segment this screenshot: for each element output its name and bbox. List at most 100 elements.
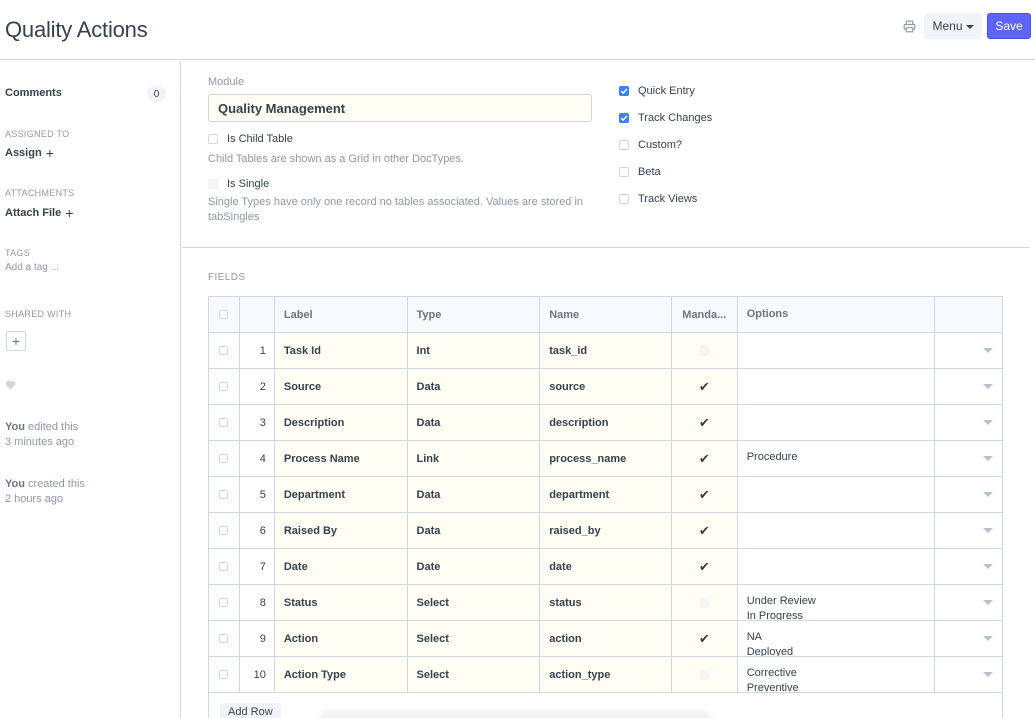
field-options-cell[interactable] [738,369,936,404]
share-add-button[interactable]: + [6,331,26,351]
row-select-checkbox[interactable] [219,490,229,499]
field-name-cell[interactable]: action_type [540,657,672,692]
table-row[interactable]: 8 Status Select status Under Review In Progre… [209,585,1002,621]
row-edit-cell[interactable] [935,441,1002,476]
quick-entry-checkbox[interactable]: Quick Entry [619,85,695,97]
field-type-cell[interactable]: Select [407,585,541,620]
like-button[interactable] [5,379,16,393]
field-mandatory-cell[interactable]: ✔ [671,513,738,548]
field-name-cell[interactable]: process_name [540,441,672,476]
checkbox-box[interactable] [619,167,629,177]
field-mandatory-cell[interactable] [671,333,738,368]
is-single-checkbox[interactable]: Is Single [208,178,269,190]
field-name-cell[interactable]: source [540,369,672,404]
select-all-checkbox[interactable] [219,310,229,319]
row-edit-cell[interactable] [935,369,1002,404]
field-label-cell[interactable]: Description [274,405,408,440]
field-options-cell[interactable] [738,513,936,548]
field-type-cell[interactable]: Data [407,477,541,512]
menu-button[interactable]: Menu [924,13,982,39]
row-edit-cell[interactable] [935,333,1002,368]
field-label-cell[interactable]: Source [274,369,408,404]
row-edit-cell[interactable] [935,549,1002,584]
attach-file-button[interactable]: Attach File + [5,206,73,220]
field-type-cell[interactable]: Link [407,441,541,476]
field-name-cell[interactable]: task_id [540,333,672,368]
field-name-cell[interactable]: department [540,477,672,512]
field-name-cell[interactable]: description [540,405,672,440]
field-mandatory-cell[interactable]: ✔ [671,549,738,584]
mandatory-checkbox[interactable] [699,346,709,355]
mandatory-checkbox[interactable] [699,598,709,607]
field-label-cell[interactable]: Date [274,549,408,584]
add-row-button[interactable]: Add Row [220,703,281,718]
table-row[interactable]: 6 Raised By Data raised_by ✔ [209,513,1002,549]
row-select-checkbox[interactable] [219,382,229,391]
field-mandatory-cell[interactable]: ✔ [671,477,738,512]
row-edit-cell[interactable] [935,657,1002,692]
custom-checkbox[interactable]: Custom? [619,139,682,151]
table-row[interactable]: 4 Process Name Link process_name ✔ Procedure [209,441,1002,477]
track-views-checkbox[interactable]: Track Views [619,193,697,205]
table-row[interactable]: 9 Action Select action ✔ NA Deployed [209,621,1002,657]
field-label-cell[interactable]: Department [274,477,408,512]
field-label-cell[interactable]: Raised By [274,513,408,548]
field-type-cell[interactable]: Data [407,513,541,548]
row-select-checkbox[interactable] [219,598,229,607]
field-name-cell[interactable]: status [540,585,672,620]
field-mandatory-cell[interactable]: ✔ [671,405,738,440]
field-name-cell[interactable]: raised_by [540,513,672,548]
checkbox-box[interactable] [619,140,629,150]
field-options-cell[interactable] [738,405,936,440]
table-row[interactable]: 3 Description Data description ✔ [209,405,1002,441]
field-label-cell[interactable]: Action [274,621,408,656]
field-type-cell[interactable]: Select [407,657,541,692]
field-type-cell[interactable]: Data [407,405,541,440]
is-child-table-checkbox[interactable]: Is Child Table [208,133,293,145]
row-edit-cell[interactable] [935,405,1002,440]
field-name-cell[interactable]: date [540,549,672,584]
checkbox-box[interactable] [208,179,218,189]
field-options-cell[interactable] [738,333,936,368]
row-select-checkbox[interactable] [219,526,229,535]
field-mandatory-cell[interactable]: ✔ [671,369,738,404]
field-options-cell[interactable]: Under Review In Progress [738,585,936,620]
field-mandatory-cell[interactable]: ✔ [671,621,738,656]
field-options-cell[interactable]: Procedure [738,441,936,476]
table-row[interactable]: 2 Source Data source ✔ [209,369,1002,405]
field-options-cell[interactable]: Corrective Preventive [738,657,936,692]
table-row[interactable]: 10 Action Type Select action_type Corrective… [209,657,1002,693]
table-row[interactable]: 1 Task Id Int task_id [209,333,1002,369]
field-mandatory-cell[interactable] [671,585,738,620]
table-row[interactable]: 7 Date Date date ✔ [209,549,1002,585]
row-edit-cell[interactable] [935,513,1002,548]
field-mandatory-cell[interactable] [671,657,738,692]
table-row[interactable]: 5 Department Data department ✔ [209,477,1002,513]
field-type-cell[interactable]: Date [407,549,541,584]
comments-label[interactable]: Comments [5,87,62,99]
module-field[interactable]: Quality Management [208,94,592,122]
checkbox-box[interactable] [619,113,629,123]
row-select-checkbox[interactable] [219,634,229,643]
assign-button[interactable]: Assign + [5,146,54,160]
row-select-checkbox[interactable] [219,562,229,571]
row-edit-cell[interactable] [935,621,1002,656]
row-edit-cell[interactable] [935,585,1002,620]
field-label-cell[interactable]: Process Name [274,441,408,476]
beta-checkbox[interactable]: Beta [619,166,661,178]
track-changes-checkbox[interactable]: Track Changes [619,112,712,124]
field-options-cell[interactable] [738,549,936,584]
field-options-cell[interactable] [738,477,936,512]
row-select-checkbox[interactable] [219,670,229,679]
row-edit-cell[interactable] [935,477,1002,512]
row-select-checkbox[interactable] [219,454,229,463]
field-mandatory-cell[interactable]: ✔ [671,441,738,476]
field-label-cell[interactable]: Action Type [274,657,408,692]
field-name-cell[interactable]: action [540,621,672,656]
row-select-checkbox[interactable] [219,418,229,427]
field-label-cell[interactable]: Status [274,585,408,620]
field-label-cell[interactable]: Task Id [274,333,408,368]
row-select-checkbox[interactable] [219,346,229,355]
add-tag-input[interactable]: Add a tag ... [5,262,59,273]
print-button[interactable] [898,14,920,38]
